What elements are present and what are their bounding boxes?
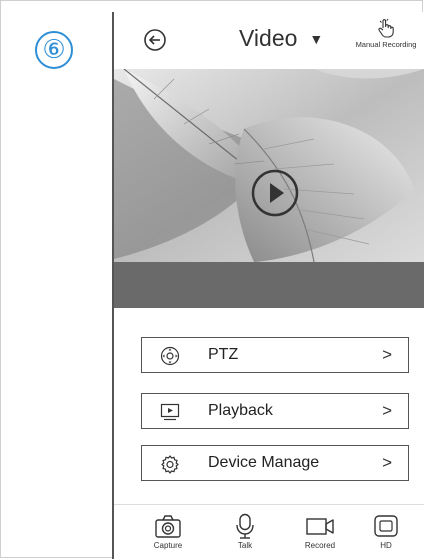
step-number-badge: ⑥ [35,31,73,69]
chevron-right-icon: > [382,345,392,364]
camera-icon [155,515,181,538]
hd-icon [374,515,398,537]
gear-icon [160,454,180,474]
record-button[interactable]: Recored [290,513,350,550]
app-header: Video ▼ Manual Recording [114,12,424,68]
chevron-right-icon: > [382,453,392,472]
menu-item-label: Device Manage [208,454,320,471]
chevron-right-icon: > [382,401,392,420]
back-button[interactable] [143,28,167,52]
ptz-icon [160,346,180,366]
video-status-bar [114,262,424,308]
back-arrow-icon [144,29,166,51]
menu-item-label: PTZ [208,346,239,363]
caret-down-icon: ▼ [309,30,324,47]
talk-label: Talk [237,541,253,550]
menu-item-playback[interactable]: Playback > [141,393,409,429]
play-icon [251,169,299,217]
phone-screen: Video ▼ Manual Recording PTZ > Playback … [112,12,424,559]
video-preview[interactable] [114,69,424,262]
bottom-toolbar: Capture Talk Recored HD [114,504,424,560]
playback-icon [160,402,180,422]
manual-recording-label: Manual Recording [355,40,417,49]
capture-label: Capture [153,541,183,550]
menu-item-device-manage[interactable]: Device Manage > [141,445,409,481]
microphone-icon [236,513,254,539]
menu-item-label: Playback [208,402,273,419]
play-button[interactable] [251,169,299,217]
video-title-dropdown[interactable]: Video ▼ [239,25,323,52]
hand-pointer-icon [378,18,394,38]
record-label: Recored [304,541,336,550]
capture-button[interactable]: Capture [138,513,198,550]
hd-label: HD [380,541,392,550]
hd-button[interactable]: HD [356,513,416,550]
video-camera-icon [306,518,334,535]
menu-item-ptz[interactable]: PTZ > [141,337,409,373]
page-title: Video [239,25,298,51]
talk-button[interactable]: Talk [215,513,275,550]
manual-recording-button[interactable]: Manual Recording [346,18,424,49]
leaf-preview-image [114,69,424,262]
